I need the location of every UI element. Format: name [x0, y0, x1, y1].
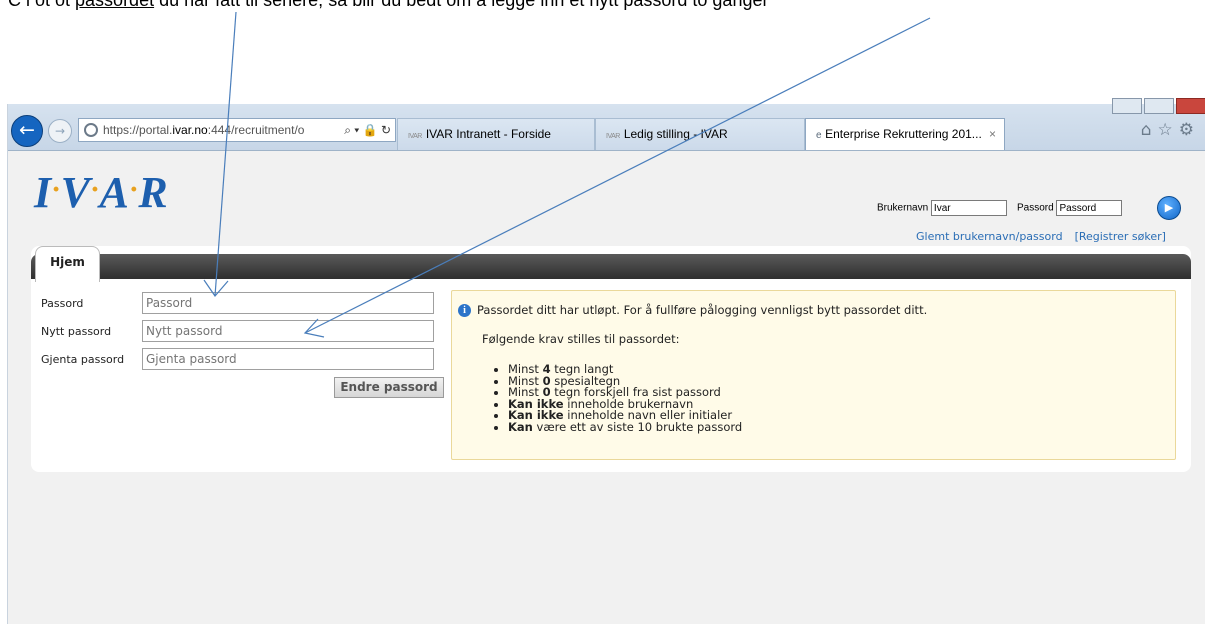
- list-item: Kan være ett av siste 10 brukte passord: [508, 421, 742, 434]
- username-field[interactable]: [930, 200, 1007, 216]
- header-links: Glemt brukernavn/passord [Registrer søker…: [916, 230, 1178, 243]
- close-window-icon[interactable]: [1176, 98, 1205, 114]
- browser-window: ← → https://portal.ivar.no:444/recruitme…: [7, 98, 1205, 624]
- back-arrow-icon[interactable]: ←: [11, 115, 43, 147]
- tab-ledig-stilling[interactable]: IVAR Ledig stilling - IVAR: [595, 118, 805, 150]
- ie-favicon-icon: [84, 123, 98, 137]
- ivar-favicon-icon: IVAR: [606, 133, 620, 140]
- notice-message: Passordet ditt har utløpt. For å fullfør…: [477, 303, 928, 317]
- ie-favicon-icon: e: [816, 130, 822, 141]
- repeat-password-field[interactable]: [142, 348, 434, 370]
- login-go-button[interactable]: ▶: [1157, 196, 1181, 220]
- ivar-logo: I·V·A·R: [34, 168, 169, 217]
- requirements-title: Følgende krav stilles til passordet:: [482, 332, 680, 346]
- repeat-password-label: Gjenta passord: [41, 353, 125, 366]
- ivar-favicon-icon: IVAR: [408, 133, 422, 140]
- login-form: Brukernavn: [877, 200, 1007, 216]
- password-notice: i Passordet ditt har utløpt. For å fullf…: [451, 290, 1176, 460]
- password-field[interactable]: [1056, 200, 1123, 216]
- browser-chrome: ← → https://portal.ivar.no:444/recruitme…: [8, 98, 1205, 151]
- new-password-label: Nytt passord: [41, 325, 112, 338]
- change-password-button[interactable]: Endre passord: [334, 377, 444, 398]
- minimize-icon[interactable]: [1112, 98, 1142, 114]
- tab-enterprise-rekruttering[interactable]: e Enterprise Rekruttering 201... ×: [805, 118, 1005, 150]
- new-password-field[interactable]: [142, 320, 434, 342]
- tab-ivar-intranett[interactable]: IVAR IVAR Intranett - Forside: [397, 118, 595, 150]
- username-label: Brukernavn: [877, 202, 929, 214]
- caption-text: C i ot ot passordet du har fått til sene…: [8, 0, 769, 10]
- password-field-label: Passord: [41, 297, 84, 310]
- login-password: Passord: [1017, 200, 1123, 216]
- info-icon: i: [458, 304, 471, 317]
- close-tab-icon[interactable]: ×: [989, 119, 996, 149]
- forgot-credentials-link[interactable]: Glemt brukernavn/passord: [916, 230, 1063, 243]
- register-link[interactable]: [Registrer søker]: [1075, 230, 1166, 243]
- tab-hjem[interactable]: Hjem: [35, 246, 100, 282]
- address-bar[interactable]: https://portal.ivar.no:444/recruitment/o…: [78, 118, 396, 142]
- instruction-caption: C i ot ot passordet du har fått til sene…: [0, 0, 1205, 104]
- nav-bar: [31, 254, 1191, 279]
- main-panel: Hjem Passord Nytt passord Gjenta passord…: [31, 246, 1191, 472]
- toolbar-icons[interactable]: ⌂☆⚙: [1141, 120, 1200, 140]
- maximize-icon[interactable]: [1144, 98, 1174, 114]
- address-controls-icon[interactable]: ⌕ ▾ 🔒 ↻: [344, 119, 391, 141]
- password-label: Passord: [1017, 202, 1054, 214]
- current-password-field[interactable]: [142, 292, 434, 314]
- forward-arrow-icon[interactable]: →: [48, 119, 72, 143]
- window-controls: [1110, 98, 1205, 118]
- requirements-list: Minst 4 tegn langt Minst 0 spesialtegn M…: [490, 363, 742, 434]
